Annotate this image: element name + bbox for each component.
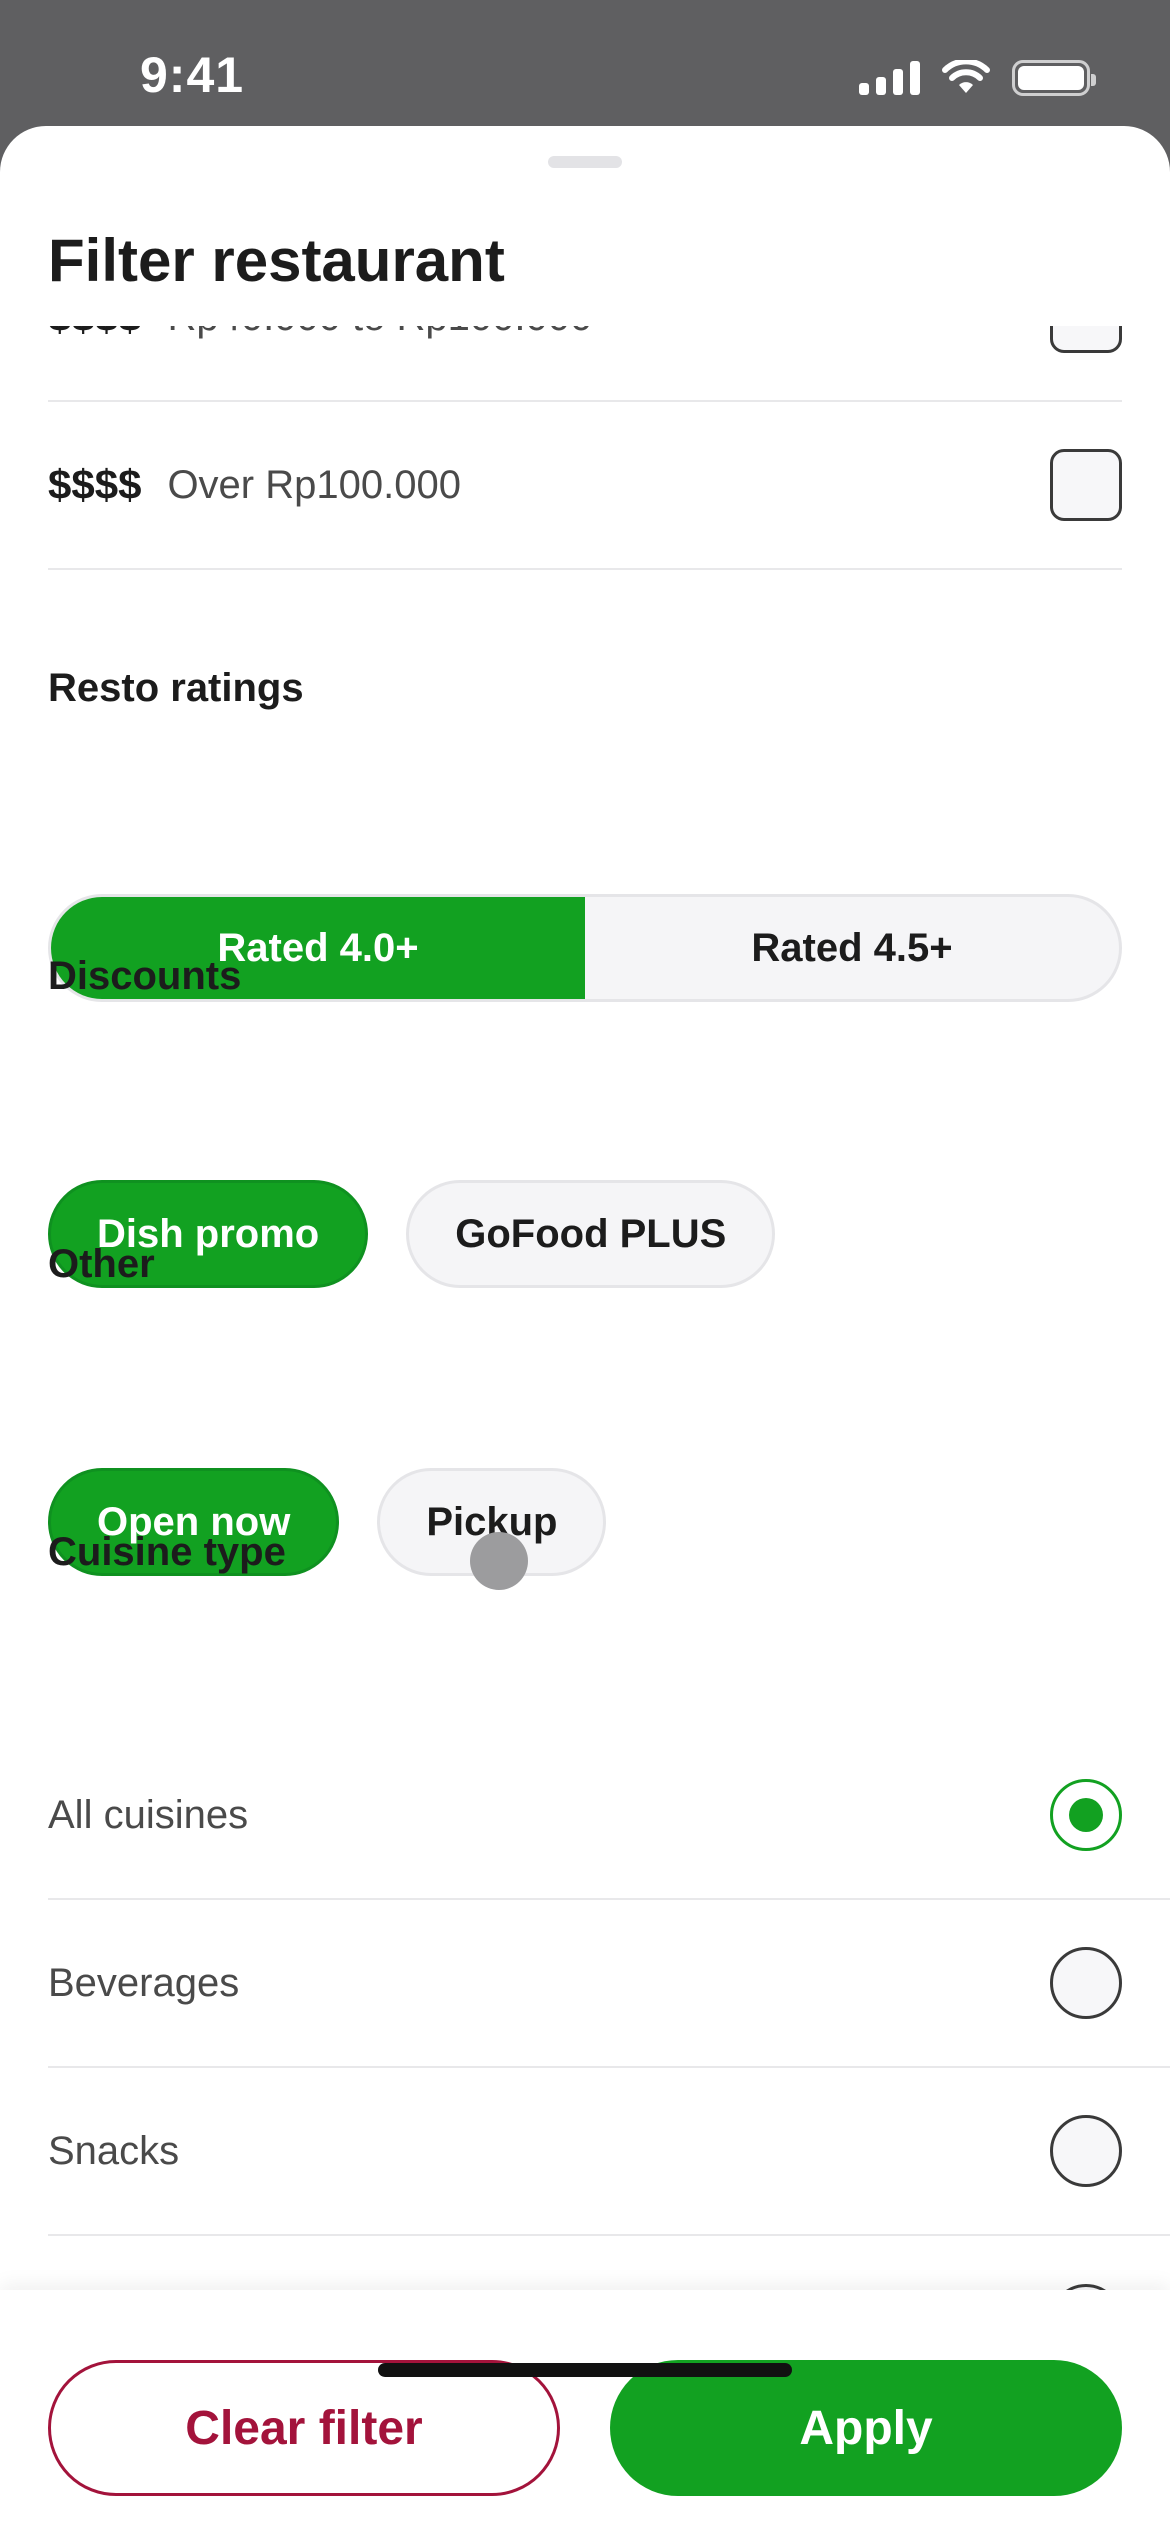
cuisine-option-row[interactable]: Snacks — [48, 2068, 1170, 2236]
cellular-signal-icon — [859, 61, 920, 95]
cuisine-option-row[interactable] — [48, 2236, 1170, 2290]
home-indicator[interactable] — [378, 2363, 792, 2377]
price-symbol: $$$$ — [48, 326, 141, 341]
price-description: Rp40.000 to Rp100.000 — [167, 326, 592, 340]
cuisine-radio[interactable] — [1050, 1947, 1122, 2019]
cuisine-label: Snacks — [48, 2128, 180, 2173]
sheet-title: Filter restaurant — [48, 227, 505, 294]
cuisine-option-row[interactable]: All cuisines — [48, 1732, 1170, 1900]
status-icons — [859, 58, 1096, 98]
discounts-chip-row: Dish promo GoFood PLUS — [48, 1180, 776, 1288]
cuisine-label: Beverages — [48, 1960, 240, 2005]
cuisine-section-label: Cuisine type — [48, 1530, 286, 1574]
cuisine-option-row[interactable]: Beverages — [48, 1900, 1170, 2068]
status-time: 9:41 — [140, 47, 245, 103]
filter-scroll-area[interactable]: $$$$ Rp40.000 to Rp100.000 $$$$ Over Rp1… — [0, 326, 1170, 2290]
price-option-row[interactable]: $$$$ Over Rp100.000 — [48, 402, 1122, 570]
price-checkbox[interactable] — [1050, 449, 1122, 521]
status-bar: 9:41 — [0, 0, 1170, 126]
filter-sheet: Filter restaurant $$$$ Rp40.000 to Rp100… — [0, 126, 1170, 2532]
wifi-icon — [942, 60, 990, 93]
price-checkbox[interactable] — [1050, 326, 1122, 353]
price-option-row[interactable]: $$$$ Rp40.000 to Rp100.000 — [48, 326, 1122, 402]
cuisine-radio[interactable] — [1050, 1779, 1122, 1851]
cuisine-radio[interactable] — [1050, 2115, 1122, 2187]
sheet-grabber[interactable] — [548, 156, 622, 168]
battery-icon — [1012, 60, 1096, 96]
ratings-section-label: Resto ratings — [48, 666, 304, 710]
chip-gofood-plus[interactable]: GoFood PLUS — [406, 1180, 776, 1288]
touch-indicator — [470, 1532, 528, 1590]
rating-option-4-5[interactable]: Rated 4.5+ — [585, 897, 1119, 999]
price-description: Over Rp100.000 — [167, 462, 461, 507]
cuisine-label: All cuisines — [48, 1792, 249, 1837]
clear-filter-button[interactable]: Clear filter — [48, 2360, 560, 2496]
filter-footer: Clear filter Apply — [0, 2290, 1170, 2532]
discounts-section-label: Discounts — [48, 954, 242, 998]
apply-button[interactable]: Apply — [610, 2360, 1122, 2496]
other-section-label: Other — [48, 1242, 155, 1286]
price-symbol: $$$$ — [48, 461, 142, 508]
